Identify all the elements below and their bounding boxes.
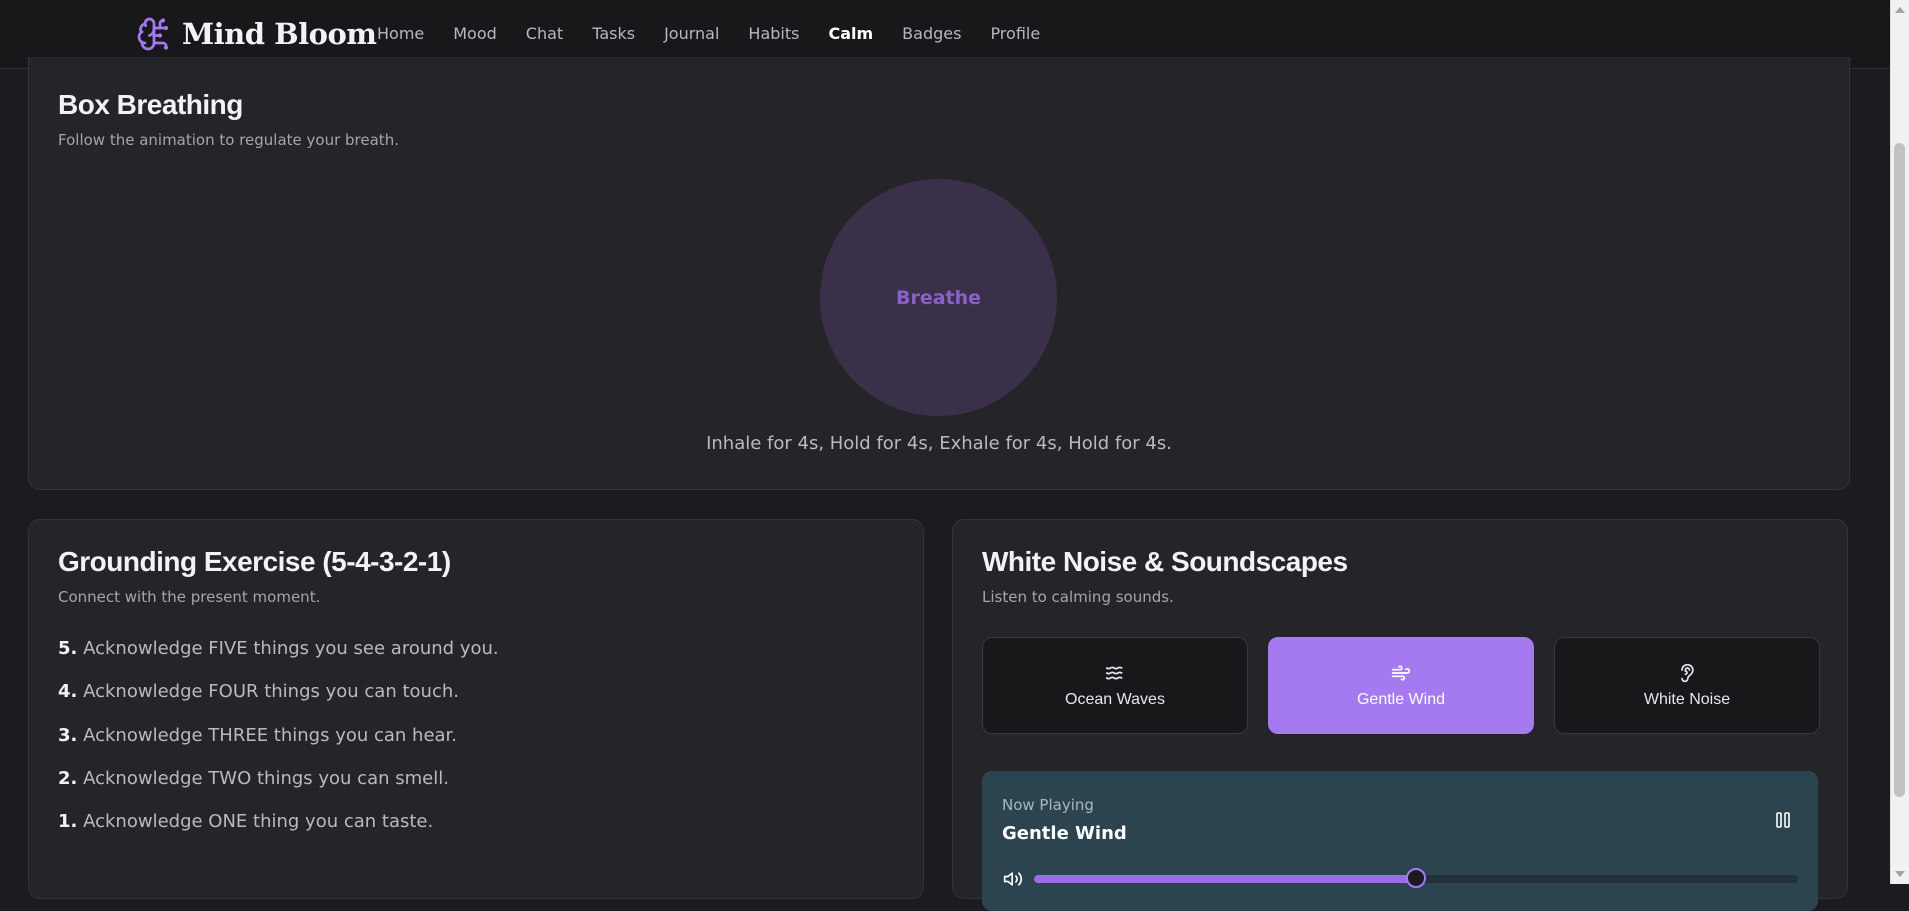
- volume-icon[interactable]: [1002, 869, 1024, 889]
- grounding-step: 1. Acknowledge ONE thing you can taste.: [58, 811, 499, 854]
- step-text: Acknowledge TWO things you can smell.: [83, 767, 449, 789]
- grounding-step: 3. Acknowledge THREE things you can hear…: [58, 725, 499, 768]
- breathing-circle: Breathe: [820, 179, 1057, 416]
- nav-habits[interactable]: Habits: [748, 24, 799, 43]
- breathing-instructions: Inhale for 4s, Hold for 4s, Exhale for 4…: [706, 433, 1172, 454]
- breathe-label: Breathe: [895, 286, 982, 309]
- step-text: Acknowledge ONE thing you can taste.: [83, 811, 434, 833]
- brand-name: Mind Bloom: [182, 17, 377, 51]
- grounding-step: 4. Acknowledge FOUR things you can touch…: [58, 681, 499, 724]
- white-noise-title: White Noise & Soundscapes: [982, 546, 1348, 577]
- sound-ocean-waves-button[interactable]: Ocean Waves: [982, 637, 1248, 734]
- step-text: Acknowledge THREE things you can hear.: [83, 724, 458, 746]
- waves-icon: [1105, 666, 1123, 679]
- page-scrollbar[interactable]: [1890, 0, 1909, 884]
- grounding-step: 2. Acknowledge TWO things you can smell.: [58, 768, 499, 811]
- white-noise-card: White Noise & Soundscapes Listen to calm…: [952, 519, 1848, 911]
- volume-slider[interactable]: [1034, 868, 1798, 888]
- step-number: 2.: [58, 767, 78, 789]
- nav-mood[interactable]: Mood: [453, 24, 497, 43]
- volume-handle[interactable]: [1406, 868, 1426, 888]
- sound-label: Gentle Wind: [1356, 690, 1446, 708]
- nav-badges[interactable]: Badges: [902, 24, 961, 43]
- step-number: 5.: [58, 638, 78, 659]
- nav-profile[interactable]: Profile: [990, 24, 1040, 43]
- now-playing-track: Gentle Wind: [1002, 823, 1127, 844]
- sound-label: White Noise: [1643, 690, 1731, 708]
- sound-options: Ocean Waves Gentle Wind White Noise: [982, 637, 1820, 734]
- grounding-step: 5. Acknowledge FIVE things you see aroun…: [58, 638, 499, 681]
- nav-tasks[interactable]: Tasks: [592, 24, 635, 43]
- nav-home[interactable]: Home: [377, 24, 424, 43]
- scrollbar-thumb[interactable]: [1894, 143, 1905, 797]
- now-playing-label: Now Playing: [1002, 796, 1094, 814]
- wind-icon: [1391, 665, 1411, 680]
- audio-player: Now Playing Gentle Wind: [982, 771, 1818, 911]
- brand[interactable]: Mind Bloom: [136, 14, 377, 54]
- grounding-card: Grounding Exercise (5-4-3-2-1) Connect w…: [28, 519, 924, 899]
- box-breathing-card: Box Breathing Follow the animation to re…: [28, 57, 1850, 490]
- brain-icon: [137, 17, 169, 51]
- scroll-up-arrow-icon[interactable]: [1895, 7, 1905, 13]
- grounding-steps: 5. Acknowledge FIVE things you see aroun…: [58, 638, 499, 854]
- step-text: Acknowledge FIVE things you see around y…: [83, 638, 499, 659]
- step-number: 1.: [58, 811, 78, 833]
- main-nav: Home Mood Chat Tasks Journal Habits Calm…: [377, 24, 1069, 43]
- white-noise-subtitle: Listen to calming sounds.: [982, 588, 1174, 606]
- nav-chat[interactable]: Chat: [526, 24, 563, 43]
- grounding-title: Grounding Exercise (5-4-3-2-1): [58, 546, 451, 577]
- step-number: 3.: [58, 724, 78, 746]
- nav-journal[interactable]: Journal: [664, 24, 719, 43]
- sound-gentle-wind-button[interactable]: Gentle Wind: [1268, 637, 1534, 734]
- box-breathing-subtitle: Follow the animation to regulate your br…: [58, 131, 399, 149]
- grounding-subtitle: Connect with the present moment.: [58, 588, 321, 606]
- volume-level: [1034, 875, 1416, 883]
- step-text: Acknowledge FOUR things you can touch.: [83, 681, 459, 703]
- sound-white-noise-button[interactable]: White Noise: [1554, 637, 1820, 734]
- box-breathing-title: Box Breathing: [58, 89, 243, 120]
- sound-label: Ocean Waves: [1065, 690, 1165, 708]
- scroll-down-arrow-icon[interactable]: [1895, 871, 1905, 877]
- pause-icon[interactable]: [1775, 811, 1791, 829]
- step-number: 4.: [58, 681, 78, 703]
- ear-icon: [1681, 663, 1694, 682]
- nav-calm[interactable]: Calm: [828, 24, 873, 43]
